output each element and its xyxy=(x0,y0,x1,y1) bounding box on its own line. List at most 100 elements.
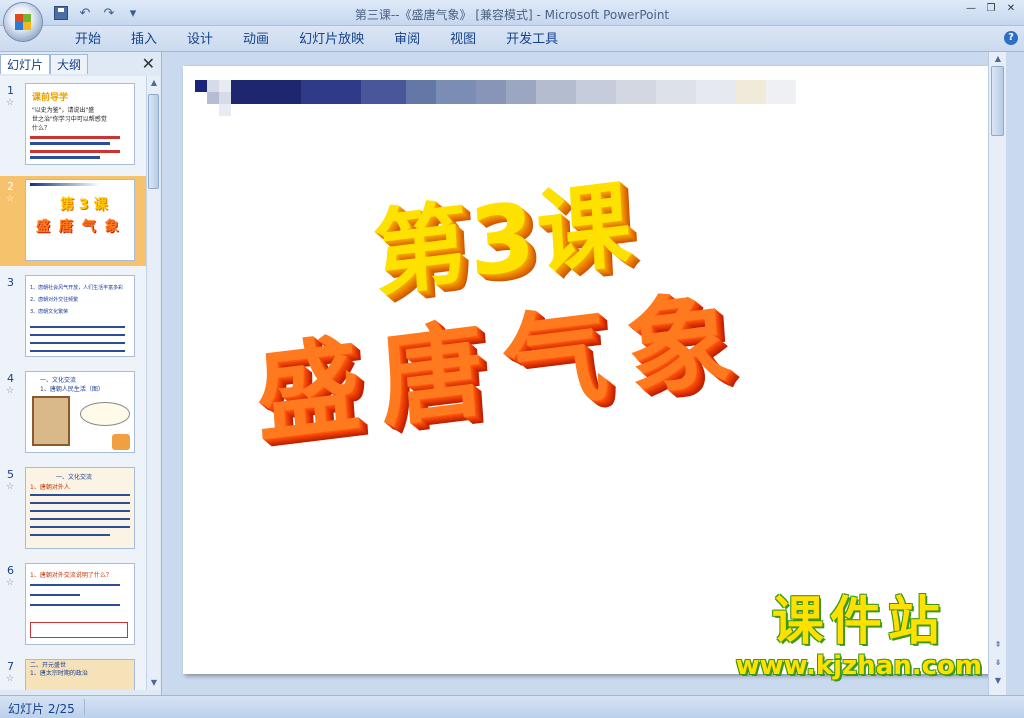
tab-design[interactable]: 设计 xyxy=(172,31,228,49)
slide-editor: 第3课 盛唐气象 ▲ ⇞ ⇟ ▼ 课件站 www.kjzhan.com xyxy=(163,52,1006,695)
slide-thumbnail-row[interactable]: 3 1、唐朝社会风气开放，人们生活丰富多彩 2、唐朝对外交往频繁 3、唐朝文化繁… xyxy=(0,272,146,362)
slide-thumbnail-row[interactable]: 5 ☆ 一、文化交流 1、唐朝对外人 xyxy=(0,464,146,554)
cartoon-figure xyxy=(112,434,130,450)
office-button[interactable] xyxy=(4,3,42,41)
watermark-logo: 课件站 www.kjzhan.com xyxy=(736,593,982,681)
help-icon[interactable]: ? xyxy=(1004,31,1018,45)
thumb-text: 一、文化交流 1、唐朝人民生活（图） xyxy=(40,377,104,393)
ribbon-tabs: 开始 插入 设计 动画 幻灯片放映 审阅 视图 开发工具 xyxy=(60,31,573,49)
thumb-line xyxy=(30,534,110,536)
thumb-text: 二、开元盛世 1、唐太宗时期的政治 xyxy=(30,662,88,677)
slides-pane: 幻灯片 大纲 ✕ 1 ☆ 课前导学 "以史为鉴"，请说出"盛 世之治"你学习中可… xyxy=(0,52,162,695)
tab-slides[interactable]: 幻灯片 xyxy=(0,54,51,74)
thumb-text: 一、文化交流 xyxy=(56,474,93,481)
title-bar: ↶ ↷ ▾ 第三课--《盛唐气象》 [兼容模式] - Microsoft Pow… xyxy=(0,0,1024,41)
animation-star-icon: ☆ xyxy=(6,386,15,396)
tab-outline[interactable]: 大纲 xyxy=(50,54,89,74)
tab-animations[interactable]: 动画 xyxy=(228,31,284,49)
watermark-url: www.kjzhan.com xyxy=(735,651,982,681)
thumb-line xyxy=(30,510,130,512)
thumb-banner xyxy=(30,183,100,186)
slide-thumbnail-row[interactable]: 6 ☆ 1、唐朝对外交流说明了什么？ xyxy=(0,560,146,650)
thumb-line xyxy=(30,604,120,606)
slide-thumbnail[interactable]: 一、文化交流 1、唐朝对外人 xyxy=(25,467,135,549)
window-title: 第三课--《盛唐气象》 [兼容模式] - Microsoft PowerPoin… xyxy=(354,8,670,22)
tab-developer[interactable]: 开发工具 xyxy=(491,31,573,49)
restore-button[interactable]: ❐ xyxy=(982,2,1000,16)
slide-number: 4 xyxy=(7,372,14,385)
slide-number: 7 xyxy=(7,660,14,673)
slide-thumbnail-row[interactable]: 4 ☆ 一、文化交流 1、唐朝人民生活（图） xyxy=(0,368,146,458)
thumb-subtitle: 盛 唐 气 象 xyxy=(36,219,121,235)
animation-star-icon: ☆ xyxy=(6,194,15,204)
thumb-line xyxy=(30,526,130,528)
ribbon: 开始 插入 设计 动画 幻灯片放映 审阅 视图 开发工具 ? xyxy=(0,26,1024,52)
slide-thumbnail-row[interactable]: 7 ☆ 二、开元盛世 1、唐太宗时期的政治 xyxy=(0,656,146,690)
slide-number: 3 xyxy=(7,276,14,289)
thumb-line xyxy=(30,326,125,328)
scroll-up-icon[interactable]: ▲ xyxy=(992,54,1004,63)
slide-thumbnail-row[interactable]: 1 ☆ 课前导学 "以史为鉴"，请说出"盛 世之治"你学习中可以帮感觉 什么？ xyxy=(0,80,146,170)
slide-subtitle-wordart: 盛唐气象 xyxy=(252,275,756,457)
thumb-line xyxy=(30,494,130,496)
scroll-down-icon[interactable]: ▼ xyxy=(149,678,159,688)
scroll-down-icon[interactable]: ▼ xyxy=(992,676,1004,685)
status-divider xyxy=(84,699,85,715)
speech-bubble xyxy=(80,402,130,426)
tab-insert[interactable]: 插入 xyxy=(116,31,172,49)
slide-thumbnail[interactable]: 一、文化交流 1、唐朝人民生活（图） xyxy=(25,371,135,453)
title-mosaic-banner xyxy=(195,80,815,116)
previous-slide-icon[interactable]: ⇞ xyxy=(992,640,1004,649)
slide-thumbnail[interactable]: 课前导学 "以史为鉴"，请说出"盛 世之治"你学习中可以帮感觉 什么？ xyxy=(25,83,135,165)
thumb-line xyxy=(30,594,80,596)
thumb-line xyxy=(30,350,125,352)
thumbnail-scrollbar[interactable]: ▲ ▼ xyxy=(146,76,160,690)
slide-number: 1 xyxy=(7,84,14,97)
thumb-line xyxy=(30,142,110,145)
slide-thumbnail[interactable]: 1、唐朝社会风气开放，人们生活丰富多彩 2、唐朝对外交往频繁 3、唐朝文化繁荣 xyxy=(25,275,135,357)
next-slide-icon[interactable]: ⇟ xyxy=(992,658,1004,667)
slide-thumbnail[interactable]: 二、开元盛世 1、唐太宗时期的政治 xyxy=(25,659,135,690)
animation-star-icon: ☆ xyxy=(6,98,15,108)
tab-slideshow[interactable]: 幻灯片放映 xyxy=(284,31,379,49)
close-pane-icon[interactable]: ✕ xyxy=(142,54,155,73)
watermark-name: 课件站 xyxy=(771,592,946,652)
scroll-up-icon[interactable]: ▲ xyxy=(149,78,159,88)
slide-number: 2 xyxy=(7,180,14,193)
current-slide[interactable]: 第3课 盛唐气象 xyxy=(183,66,994,674)
office-logo-icon xyxy=(15,14,31,30)
slide-thumbnail[interactable]: 1、唐朝对外交流说明了什么？ xyxy=(25,563,135,645)
thumb-line xyxy=(30,136,120,139)
pane-tabs: 幻灯片 大纲 xyxy=(0,54,162,74)
animation-star-icon: ☆ xyxy=(6,482,15,492)
thumb-line xyxy=(30,156,100,159)
thumb-box xyxy=(30,622,128,638)
slide-number: 5 xyxy=(7,468,14,481)
slide-thumbnail-row[interactable]: 2 ☆ 第 3 课 盛 唐 气 象 xyxy=(0,176,146,266)
scrollbar-thumb[interactable] xyxy=(991,66,1004,136)
animation-star-icon: ☆ xyxy=(6,578,15,588)
slide-thumbnail[interactable]: 第 3 课 盛 唐 气 象 xyxy=(25,179,135,261)
thumb-text: 1、唐朝社会风气开放，人们生活丰富多彩 2、唐朝对外交往频繁 3、唐朝文化繁荣 xyxy=(30,285,124,315)
thumb-line xyxy=(30,584,120,586)
slide-scrollbar[interactable]: ▲ ⇞ ⇟ ▼ xyxy=(988,52,1006,695)
thumb-line xyxy=(30,518,130,520)
tab-home[interactable]: 开始 xyxy=(60,31,116,49)
animation-star-icon: ☆ xyxy=(6,674,15,684)
slide-thumbnail-list: 1 ☆ 课前导学 "以史为鉴"，请说出"盛 世之治"你学习中可以帮感觉 什么？ … xyxy=(0,76,146,690)
thumb-text: "以史为鉴"，请说出"盛 世之治"你学习中可以帮感觉 什么？ xyxy=(32,107,107,132)
thumb-text: 1、唐朝对外人 xyxy=(30,484,70,491)
thumb-title: 课前导学 xyxy=(32,93,69,103)
thumb-line xyxy=(30,334,125,336)
tab-review[interactable]: 审阅 xyxy=(379,31,435,49)
tab-view[interactable]: 视图 xyxy=(435,31,491,49)
thumb-text: 1、唐朝对外交流说明了什么？ xyxy=(30,572,112,579)
minimize-button[interactable]: — xyxy=(962,2,980,16)
window-controls: — ❐ ✕ xyxy=(962,2,1020,16)
scrollbar-thumb[interactable] xyxy=(148,94,159,189)
close-button[interactable]: ✕ xyxy=(1002,2,1020,16)
slide-number: 6 xyxy=(7,564,14,577)
slide-counter: 幻灯片 2/25 xyxy=(8,702,75,716)
status-bar: 幻灯片 2/25 xyxy=(0,695,1024,718)
thumb-line xyxy=(30,150,120,153)
